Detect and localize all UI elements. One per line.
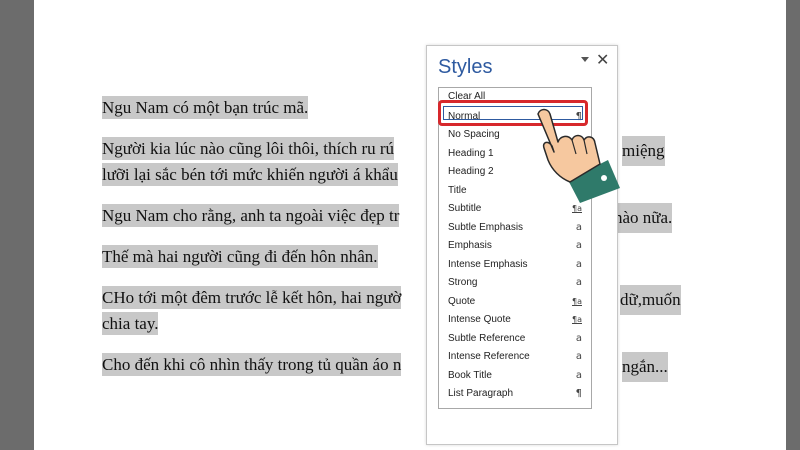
character-style-icon: a bbox=[575, 351, 582, 362]
linked-style-icon: ¶a bbox=[572, 297, 582, 306]
style-item-subtle-emphasis[interactable]: Subtle Emphasis a bbox=[448, 219, 588, 236]
paragraph-mark-icon: ¶ bbox=[575, 388, 582, 399]
style-item-book-title[interactable]: Book Title a bbox=[448, 367, 588, 384]
character-style-icon: a bbox=[575, 259, 582, 270]
window-border-left bbox=[0, 0, 34, 450]
style-item-list-paragraph[interactable]: List Paragraph ¶ bbox=[448, 385, 588, 402]
character-style-icon: a bbox=[575, 222, 582, 233]
style-item-intense-quote[interactable]: Intense Quote ¶a bbox=[448, 311, 588, 328]
style-item-subtle-reference[interactable]: Subtle Reference a bbox=[448, 330, 588, 347]
character-style-icon: a bbox=[575, 240, 582, 251]
pointing-hand-icon bbox=[537, 108, 620, 203]
style-item-emphasis[interactable]: Emphasis a bbox=[448, 237, 588, 254]
character-style-icon: a bbox=[575, 370, 582, 381]
styles-pane-title: Styles bbox=[438, 56, 493, 78]
style-item-intense-reference[interactable]: Intense Reference a bbox=[448, 348, 588, 365]
close-icon[interactable]: ✕ bbox=[596, 52, 609, 68]
character-style-icon: a bbox=[575, 333, 582, 344]
style-item-quote[interactable]: Quote ¶a bbox=[448, 293, 588, 310]
character-style-icon: a bbox=[575, 277, 582, 288]
window-border-right bbox=[786, 0, 800, 450]
style-item-intense-emphasis[interactable]: Intense Emphasis a bbox=[448, 256, 588, 273]
pane-options-chevron-down-icon[interactable] bbox=[581, 57, 589, 62]
style-item-strong[interactable]: Strong a bbox=[448, 274, 588, 291]
linked-style-icon: ¶a bbox=[572, 315, 582, 324]
